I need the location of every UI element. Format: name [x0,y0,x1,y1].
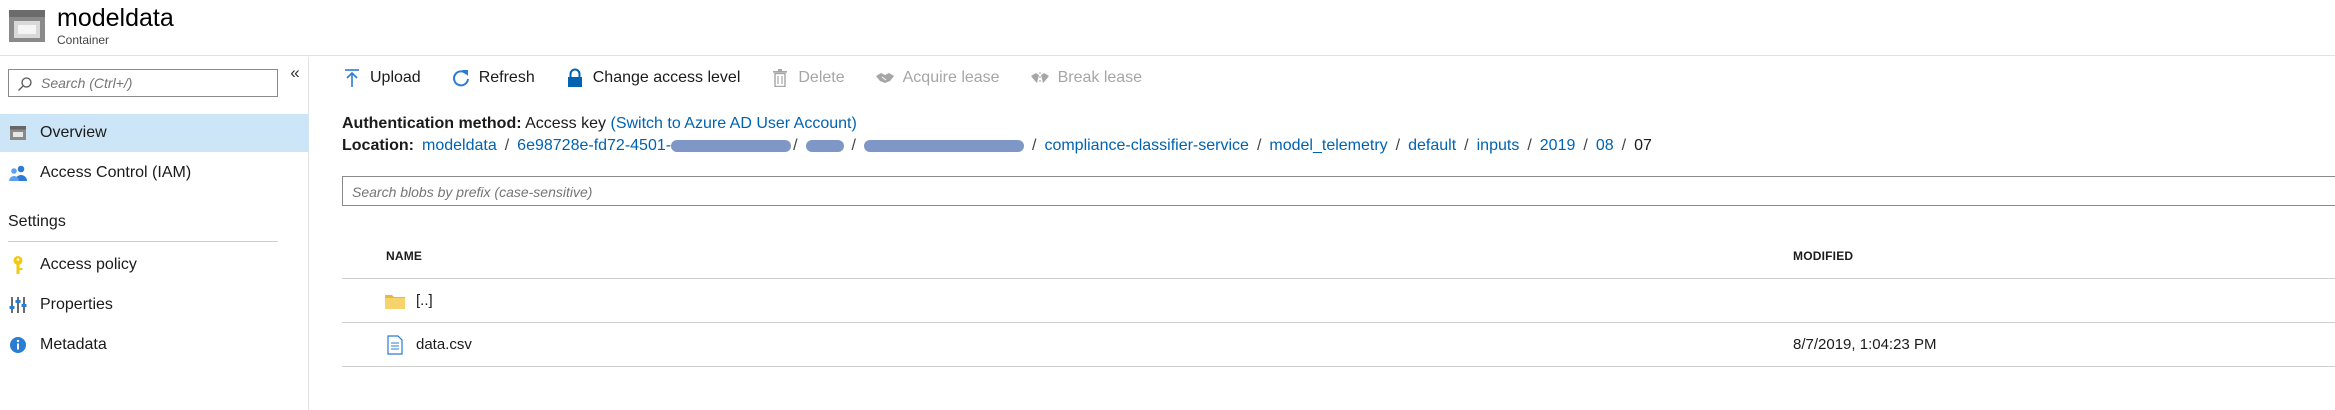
location-label: Location: [342,137,414,154]
break-lease-button[interactable]: Break lease [1030,68,1143,88]
storage-container-icon [9,10,45,42]
sidebar-item-label: Metadata [40,336,107,353]
lock-icon [565,68,585,88]
acquire-lease-button[interactable]: Acquire lease [875,68,1000,88]
column-header-modified[interactable]: MODIFIED [1793,249,1853,263]
iam-people-icon [8,163,28,183]
breadcrumb-separator: / [793,137,798,154]
sidebar-search-input[interactable] [41,73,271,93]
file-icon [387,335,403,355]
blob-search-input[interactable] [352,182,1052,202]
switch-auth-link[interactable]: (Switch to Azure AD User Account) [610,115,856,132]
sidebar-item-label: Overview [40,124,107,141]
overview-icon [8,123,28,143]
change-access-level-button[interactable]: Change access level [565,68,741,88]
auth-label: Authentication method: [342,115,522,132]
section-divider [8,241,278,242]
breadcrumb-item[interactable]: model_telemetry [1269,137,1387,155]
breadcrumb-separator: / [851,137,856,154]
row-modified: 8/7/2019, 1:04:23 PM [1793,336,1937,353]
breadcrumb-item[interactable]: 6e98728e-fd72-4501- [517,137,671,155]
settings-section-title: Settings [8,213,66,230]
sidebar-item-overview[interactable]: Overview [0,114,309,152]
breadcrumb-separator: / [1464,137,1469,154]
command-bar: Upload Refresh Change access level Delet… [310,57,2335,99]
change-access-label: Change access level [592,69,741,86]
breadcrumb-separator: / [1621,137,1627,154]
break-lease-label: Break lease [1057,69,1143,86]
trash-icon [770,68,790,88]
blob-search-box[interactable] [342,176,2335,206]
table-header: NAME MODIFIED [342,229,2335,279]
breadcrumb-current: 07 [1634,137,1652,154]
breadcrumb-item[interactable]: 2019 [1540,137,1576,155]
sidebar-item-access-policy[interactable]: Access policy [0,246,309,284]
breadcrumb-item[interactable]: default [1408,137,1456,155]
redacted-text [671,140,792,152]
breadcrumb: Location: modeldata / 6e98728e-fd72-4501… [342,137,1652,155]
refresh-label: Refresh [478,69,535,86]
sidebar-item-label: Access Control (IAM) [40,164,192,181]
breadcrumb-item[interactable]: 08 [1596,137,1614,155]
breadcrumb-separator: / [1583,137,1588,154]
refresh-icon [451,68,471,88]
column-header-name[interactable]: NAME [386,249,422,263]
handshake-icon [875,68,895,88]
sidebar-search[interactable] [8,69,278,97]
acquire-lease-label: Acquire lease [902,69,1000,86]
upload-label: Upload [370,69,421,86]
collapse-sidebar-button[interactable]: « [286,63,304,85]
properties-sliders-icon [8,295,28,315]
breadcrumb-separator: / [1256,137,1262,154]
sidebar-item-label: Access policy [40,256,137,273]
breadcrumb-separator: / [504,137,510,154]
sidebar-item-properties[interactable]: Properties [0,286,309,324]
main-content: Upload Refresh Change access level Delet… [310,57,2335,410]
search-icon [18,77,32,91]
table-row[interactable]: data.csv 8/7/2019, 1:04:23 PM [342,323,2335,367]
row-name[interactable]: [..] [416,292,433,309]
blob-table: NAME MODIFIED [..] data.csv 8/7/2019, 1:… [342,229,2335,367]
breadcrumb-separator: / [1395,137,1401,154]
delete-label: Delete [798,69,845,86]
redacted-text [805,140,844,152]
upload-button[interactable]: Upload [342,68,421,88]
breadcrumb-separator: / [1031,137,1037,154]
table-row[interactable]: [..] [342,279,2335,323]
breadcrumb-item[interactable]: modeldata [422,137,497,155]
breadcrumb-item[interactable]: inputs [1477,137,1520,155]
sidebar-item-iam[interactable]: Access Control (IAM) [0,154,309,192]
row-name[interactable]: data.csv [416,336,472,353]
sidebar-item-metadata[interactable]: Metadata [0,326,309,364]
page-header: modeldata Container [0,0,2335,56]
authentication-method: Authentication method: Access key (Switc… [342,115,857,133]
refresh-button[interactable]: Refresh [451,68,535,88]
auth-value: Access key [525,115,607,132]
page-subtitle: Container [57,33,110,47]
broken-handshake-icon [1030,68,1050,88]
upload-icon [342,68,362,88]
folder-icon [385,295,405,309]
breadcrumb-item[interactable]: compliance-classifier-service [1044,137,1249,155]
info-icon [8,335,28,355]
redacted-text [863,140,1024,152]
breadcrumb-separator: / [1527,137,1532,154]
delete-button[interactable]: Delete [770,68,845,88]
sidebar: « Overview Access Control (IAM) Settings [0,57,309,410]
key-icon [8,255,28,275]
page-title: modeldata [57,4,174,32]
sidebar-item-label: Properties [40,296,113,313]
